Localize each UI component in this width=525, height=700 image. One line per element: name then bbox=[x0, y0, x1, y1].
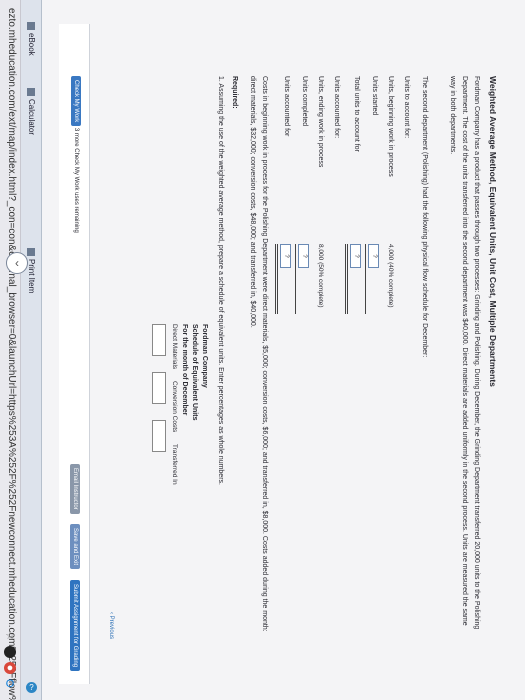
units-accounted-total-label: Units accounted for bbox=[283, 76, 290, 137]
schedule-title: Schedule of Equivalent Units bbox=[191, 324, 198, 421]
help-icon[interactable]: ? bbox=[26, 682, 37, 693]
dm-input[interactable] bbox=[152, 324, 166, 356]
end-wip-label: Units, ending work in process bbox=[317, 76, 324, 168]
col-conversion-costs: Conversion Costs bbox=[171, 380, 178, 433]
end-wip-value: 8,000 (50% complete) bbox=[317, 244, 324, 308]
printer-icon bbox=[27, 248, 36, 256]
url-text[interactable]: ezto.mheducation.com/ext/map/index.html?… bbox=[6, 8, 17, 700]
beg-wip-value: 4,000 (40% complete) bbox=[387, 244, 394, 308]
ebook-button[interactable]: eBook bbox=[27, 22, 36, 56]
units-accounted-total-input[interactable]: ? bbox=[280, 244, 291, 268]
units-started-label: Units started bbox=[371, 76, 378, 116]
print-label: Print Item bbox=[27, 259, 36, 294]
previous-label: Previous bbox=[108, 615, 114, 640]
question-intro: Fordman Company has a product that passe… bbox=[449, 76, 480, 630]
assignment-toolbar: eBook Calculator Print Item ? bbox=[21, 0, 42, 700]
calculator-label: Calculator bbox=[27, 99, 36, 136]
previous-question-arrow-icon[interactable]: ‹ bbox=[6, 252, 28, 274]
extension-icon[interactable] bbox=[4, 646, 16, 658]
required-heading: Required: bbox=[231, 76, 238, 109]
calculator-button[interactable]: Calculator bbox=[27, 88, 36, 135]
browser-icons: ☆ ● O bbox=[2, 626, 18, 694]
save-and-exit-button[interactable]: Save and Exit bbox=[70, 524, 80, 570]
divider bbox=[365, 244, 366, 314]
units-to-account-heading: Units to account for: bbox=[403, 76, 410, 139]
schedule-company: Fordman Company bbox=[201, 324, 208, 388]
units-completed-input[interactable]: ? bbox=[298, 244, 309, 268]
book-icon bbox=[27, 22, 36, 30]
double-divider bbox=[275, 244, 278, 314]
ti-input[interactable] bbox=[152, 420, 166, 452]
question-title: Weighted Average Method, Equivalent Unit… bbox=[488, 76, 498, 387]
check-my-work-button[interactable]: Check My Work bbox=[71, 76, 81, 127]
check-my-work: Check My Work 3 more Check My Work uses … bbox=[71, 76, 81, 233]
question-panel: Weighted Average Method, Equivalent Unit… bbox=[40, 24, 520, 684]
cc-input[interactable] bbox=[152, 372, 166, 404]
check-remaining: 3 more Check My Work uses remaining bbox=[73, 127, 79, 233]
print-button[interactable]: Print Item bbox=[27, 248, 36, 293]
assignment-footer: Check My Work 3 more Check My Work uses … bbox=[59, 24, 90, 684]
flow-intro: The second department (Polishing) had th… bbox=[421, 76, 428, 358]
schedule-columns: Direct Materials Conversion Costs Transf… bbox=[171, 324, 178, 495]
bookmark-star-icon[interactable]: ☆ bbox=[4, 630, 16, 642]
profile-icon[interactable]: O bbox=[4, 678, 16, 690]
units-completed-label: Units completed bbox=[301, 76, 308, 127]
schedule-period: For the month of December bbox=[181, 324, 188, 416]
units-started-input[interactable]: ? bbox=[368, 244, 379, 268]
col-direct-materials: Direct Materials bbox=[171, 324, 178, 370]
requirement-1: 1. Assuming the use of the weighted aver… bbox=[217, 76, 224, 485]
browser-url-bar[interactable]: ezto.mheducation.com/ext/map/index.html?… bbox=[0, 0, 21, 700]
total-units-label: Total units to account for bbox=[353, 76, 360, 152]
ebook-label: eBook bbox=[27, 33, 36, 56]
submit-assignment-button[interactable]: Submit Assignment for Grading bbox=[70, 580, 80, 672]
col-transferred-in: Transferred In bbox=[171, 443, 178, 485]
divider bbox=[295, 244, 296, 314]
previous-link[interactable]: ‹ Previous bbox=[108, 612, 114, 639]
email-instructor-button[interactable]: Email Instructor bbox=[70, 464, 80, 514]
units-accounted-heading: Units accounted for: bbox=[333, 76, 340, 139]
extension-badge-icon[interactable]: ● bbox=[4, 662, 16, 674]
costs-paragraph: Costs in beginning work in process for t… bbox=[249, 76, 268, 632]
beg-wip-label: Units, beginning work in process bbox=[387, 76, 394, 177]
total-units-input[interactable]: ? bbox=[350, 244, 361, 268]
calculator-icon bbox=[27, 88, 36, 96]
double-divider bbox=[345, 244, 348, 314]
screen: ezto.mheducation.com/ext/map/index.html?… bbox=[0, 0, 525, 700]
